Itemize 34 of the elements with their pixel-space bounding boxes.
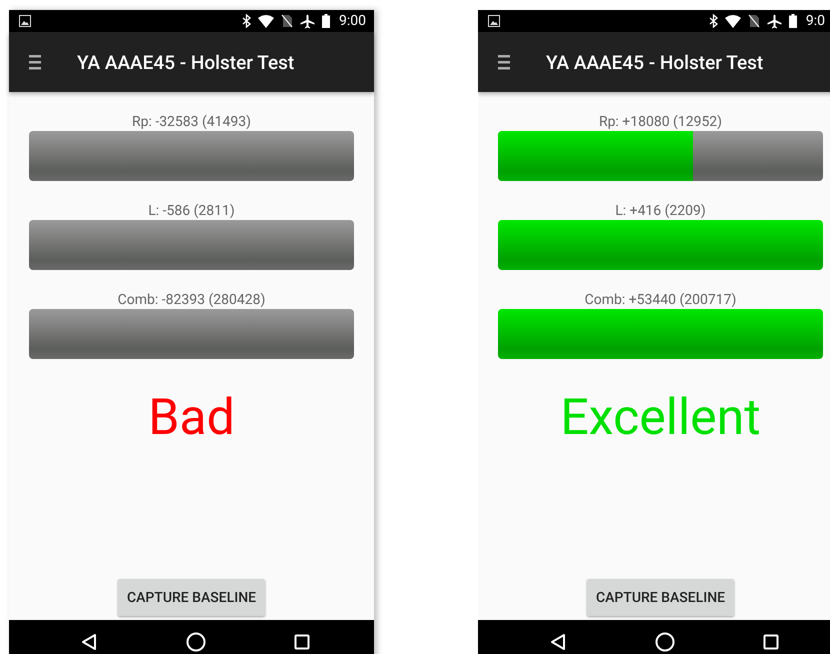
airplane-icon	[766, 14, 782, 28]
wifi-icon	[258, 14, 274, 28]
capture-baseline-button[interactable]: CAPTURE BASELINE	[587, 579, 734, 616]
rating-text: Bad	[148, 389, 235, 447]
menu-icon[interactable]	[498, 54, 510, 70]
image-icon	[488, 15, 500, 27]
recents-icon[interactable]	[763, 634, 779, 650]
home-icon[interactable]	[654, 632, 674, 652]
recents-icon[interactable]	[294, 634, 310, 650]
meter-label: Rp: +18080 (12952)	[598, 113, 722, 131]
image-icon	[19, 15, 31, 27]
meter-label: Rp: -32583 (41493)	[132, 113, 252, 131]
wifi-icon	[724, 14, 741, 28]
menu-icon[interactable]	[29, 54, 41, 70]
bluetooth-icon	[708, 14, 718, 28]
bluetooth-icon	[242, 14, 251, 28]
back-icon[interactable]	[81, 633, 97, 651]
meter-label: L: +416 (2209)	[615, 202, 706, 220]
airplane-icon	[300, 14, 315, 28]
battery-icon	[788, 14, 797, 28]
clock-time: 9:0	[806, 13, 825, 29]
app-title: YA AAAE45 - Holster Test	[77, 50, 294, 74]
meter-label: L: -586 (2811)	[148, 202, 235, 220]
back-icon[interactable]	[550, 633, 566, 651]
app-title: YA AAAE45 - Holster Test	[546, 50, 764, 74]
meter-label: Comb: +53440 (200717)	[584, 291, 736, 309]
no-sim-icon	[748, 14, 760, 28]
rating-text: Excellent	[560, 389, 761, 447]
capture-baseline-button[interactable]: CAPTURE BASELINE	[118, 579, 265, 616]
home-icon[interactable]	[186, 632, 206, 652]
clock-time: 9:00	[339, 13, 366, 29]
meter-label: Comb: -82393 (280428)	[118, 291, 266, 309]
no-sim-icon	[281, 14, 293, 28]
battery-icon	[322, 14, 330, 28]
